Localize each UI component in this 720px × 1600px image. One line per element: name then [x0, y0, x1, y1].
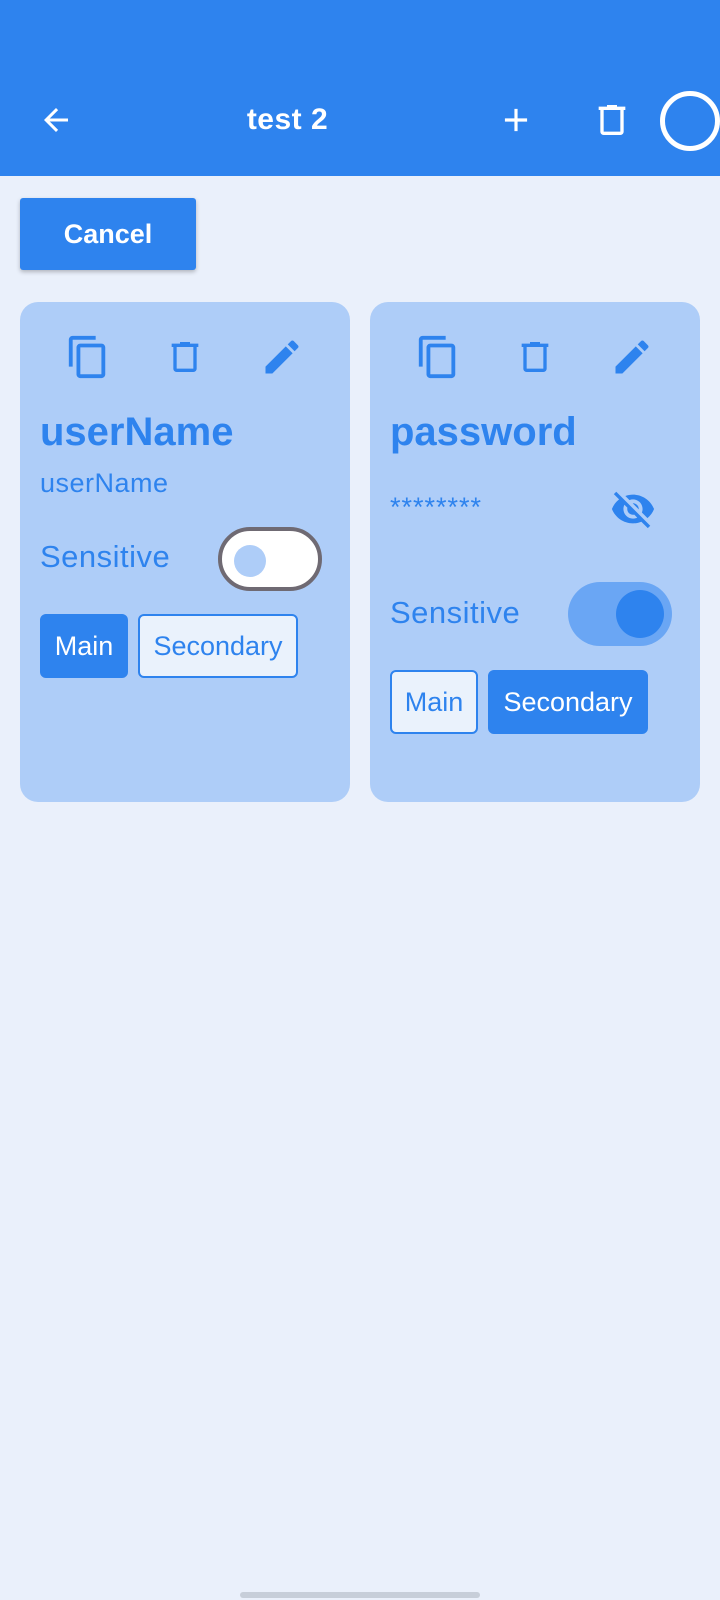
chip-main[interactable]: Main: [40, 614, 128, 678]
delete-field-button[interactable]: [510, 332, 560, 382]
copy-icon: [418, 335, 456, 379]
arrow-left-icon: [44, 108, 68, 132]
chip-secondary[interactable]: Secondary: [138, 614, 298, 678]
app-bar: test 2: [0, 0, 720, 176]
delete-button[interactable]: [592, 96, 632, 144]
sensitive-toggle[interactable]: [568, 582, 672, 646]
field-card-username: userName userName Sensitive Main Seconda…: [20, 302, 350, 802]
status-circle-button[interactable]: [660, 91, 720, 151]
trash-icon: [171, 342, 199, 372]
toggle-knob: [234, 545, 266, 577]
copy-button[interactable]: [413, 332, 463, 382]
field-title: userName: [40, 410, 234, 454]
plus-icon: [504, 108, 528, 132]
edit-icon: [615, 340, 649, 374]
sensitive-toggle[interactable]: [218, 527, 322, 591]
field-value: userName: [40, 468, 169, 498]
sensitive-label: Sensitive: [40, 539, 171, 574]
delete-field-button[interactable]: [160, 332, 210, 382]
eye-off-icon: [611, 491, 655, 529]
trash-icon: [521, 342, 549, 372]
masked-value: ********: [390, 492, 483, 522]
add-button[interactable]: [496, 96, 536, 144]
reveal-button[interactable]: [608, 487, 658, 531]
copy-button[interactable]: [63, 332, 113, 382]
field-card-password: password ******** Sensitive Main Seconda…: [370, 302, 700, 802]
trash-icon: [598, 105, 626, 135]
chip-main[interactable]: Main: [390, 670, 478, 734]
card-actions: [20, 332, 350, 382]
copy-icon: [68, 335, 106, 379]
back-button[interactable]: [36, 96, 76, 144]
chip-secondary[interactable]: Secondary: [488, 670, 648, 734]
card-actions: [370, 332, 700, 382]
field-title: password: [390, 410, 577, 454]
toggle-knob: [616, 590, 664, 638]
page-title: test 2: [246, 103, 329, 136]
cancel-button[interactable]: Cancel: [20, 198, 196, 270]
sensitive-label: Sensitive: [390, 595, 521, 630]
home-indicator[interactable]: [240, 1592, 480, 1598]
edit-button[interactable]: [257, 332, 307, 382]
edit-icon: [265, 340, 299, 374]
edit-button[interactable]: [607, 332, 657, 382]
screen: test 2 Cancel userName userName Sensitiv…: [0, 0, 720, 1600]
